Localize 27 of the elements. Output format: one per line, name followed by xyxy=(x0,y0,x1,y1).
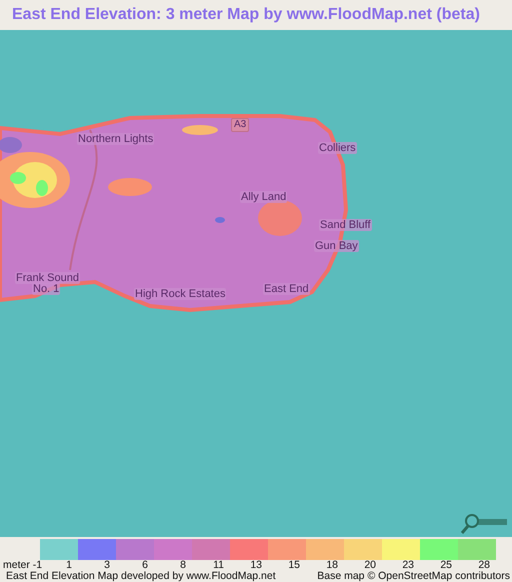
place-label: Gun Bay xyxy=(314,240,359,252)
place-label: High Rock Estates xyxy=(134,288,226,300)
place-label: Frank Sound xyxy=(15,272,80,284)
place-label: East End xyxy=(263,283,310,295)
legend-value-label: 18 xyxy=(325,560,339,571)
legend-value-label: 6 xyxy=(141,560,149,571)
legend-value-label: 25 xyxy=(439,560,453,571)
place-label: Ally Land xyxy=(240,191,288,203)
legend-value-label: 20 xyxy=(363,560,377,571)
page-title: East End Elevation: 3 meter Map by www.FloodMap.net (beta) xyxy=(12,6,481,24)
legend-value-label: 3 xyxy=(103,560,111,571)
credit-text: Base map © OpenStreetMap contributors xyxy=(317,571,510,581)
legend-value-label: 15 xyxy=(287,560,301,571)
legend-value-label: 28 xyxy=(477,560,491,571)
legend-value-label: 23 xyxy=(401,560,415,571)
place-label: Northern Lights xyxy=(77,133,154,145)
legend-value-label: 1 xyxy=(65,560,73,571)
legend-value-label: 8 xyxy=(179,560,187,571)
credit-text: East End Elevation Map developed by www.FloodMap.net xyxy=(6,571,276,581)
road-number-label: A3 xyxy=(231,118,250,132)
unit-label: meter -1 xyxy=(2,560,40,571)
place-label: Colliers xyxy=(318,142,357,154)
magnifier-logo-icon xyxy=(460,513,508,535)
legend-value-label: 13 xyxy=(249,560,263,571)
place-label: No. 1 xyxy=(32,283,60,295)
place-label: Sand Bluff xyxy=(319,219,372,231)
legend-value-label: 11 xyxy=(212,560,225,571)
